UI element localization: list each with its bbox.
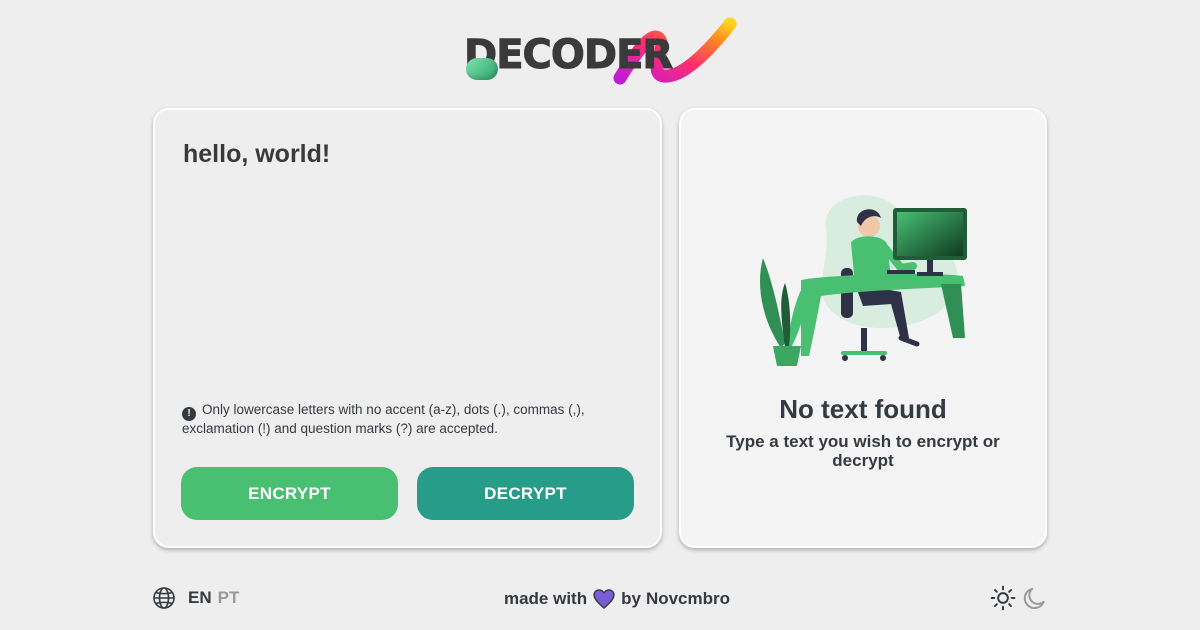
credit-prefix: made with bbox=[503, 589, 588, 608]
sun-icon[interactable] bbox=[990, 585, 1016, 611]
encrypt-button[interactable]: ENCRYPT bbox=[181, 467, 398, 520]
moon-icon[interactable] bbox=[1022, 585, 1048, 611]
language-switcher: EN PT bbox=[152, 586, 245, 610]
output-subtitle: Type a text you wish to encrypt or decry… bbox=[726, 432, 1000, 470]
credit-author-link[interactable]: Novcmbro bbox=[646, 589, 730, 609]
person-at-desk-illustration bbox=[760, 195, 967, 366]
notice-text: Only lowercase letters with no accent (a… bbox=[182, 402, 585, 436]
globe-icon bbox=[153, 587, 175, 609]
language-option-pt[interactable]: PT bbox=[218, 588, 240, 608]
app-logo: DECODER bbox=[462, 16, 742, 88]
input-notice: ! Only lowercase letters with no accent (… bbox=[182, 402, 592, 436]
heart-icon bbox=[593, 589, 615, 609]
decrypt-button[interactable]: DECRYPT bbox=[417, 467, 634, 520]
info-icon: ! bbox=[182, 407, 196, 421]
language-option-en[interactable]: EN bbox=[188, 588, 212, 608]
output-title: No text found bbox=[779, 394, 947, 424]
output-card: No text found Type a text you wish to en… bbox=[679, 108, 1047, 548]
logo-pill bbox=[466, 58, 498, 80]
credit-by: by bbox=[621, 589, 641, 608]
input-card: !Only lowercase letters with no accent (… bbox=[153, 108, 662, 548]
theme-switcher bbox=[990, 585, 1054, 611]
message-input[interactable] bbox=[183, 140, 623, 360]
footer-credit: made with by Novcmbro bbox=[400, 586, 834, 612]
